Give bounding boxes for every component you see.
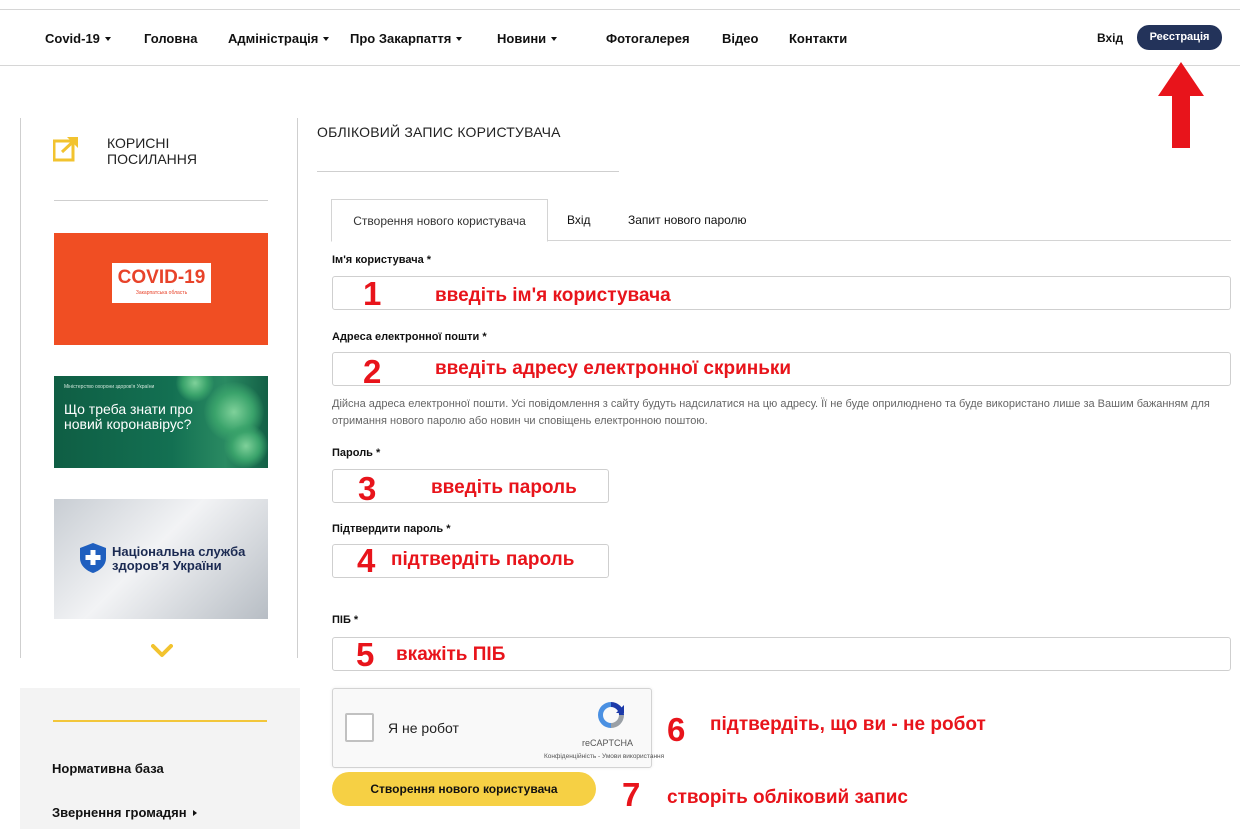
annotation-text-4: підтвердіть пароль (391, 549, 575, 570)
annotation-number-7: 7 (622, 776, 641, 813)
login-link[interactable]: Вхід (1097, 31, 1123, 45)
nav-item-about[interactable]: Про Закарпаття (350, 31, 463, 46)
nszu-banner-text: Національна служба здоров'я України (112, 544, 246, 573)
shield-cross-icon (80, 543, 106, 573)
full-name-label: ПІБ * (332, 614, 359, 626)
recaptcha-checkbox[interactable] (345, 713, 374, 742)
caret-down-icon (456, 37, 463, 41)
sidebar-menu-divider (53, 720, 267, 722)
coronavirus-info-banner[interactable]: Міністерство охорони здоров'я України Що… (54, 376, 268, 468)
virus-image-icon (224, 424, 268, 468)
nav-item-contacts[interactable]: Контакти (789, 31, 847, 46)
covid-banner[interactable]: COVID-19 Закарпатська область (54, 233, 268, 345)
tab-password-request[interactable]: Запит нового паролю (628, 199, 747, 241)
annotation-text-7: створіть обліковий запис (667, 787, 908, 808)
confirm-password-label: Підтвердити пароль * (332, 523, 451, 535)
annotation-text-3: введіть пароль (431, 477, 577, 498)
main-navigation: Covid-19 Головна Адміністрація Про Закар… (0, 10, 1240, 66)
register-button[interactable]: Реєстрація (1137, 25, 1222, 50)
recaptcha-brand: reCAPTCHA (582, 738, 634, 748)
nav-item-gallery[interactable]: Фотогалерея (606, 31, 690, 46)
nav-item-covid[interactable]: Covid-19 (45, 31, 111, 46)
annotation-number-3: 3 (358, 470, 377, 507)
username-label: Ім'я користувача * (332, 254, 432, 266)
annotation-text-6: підтвердіть, що ви - не робот (710, 714, 986, 735)
annotation-text-5: вкажіть ПІБ (396, 644, 506, 665)
tab-login[interactable]: Вхід (567, 199, 591, 241)
annotation-number-1: 1 (363, 275, 382, 312)
account-tabs: Створення нового користувача Вхід Запит … (331, 199, 1231, 242)
covid-banner-box: COVID-19 Закарпатська область (112, 263, 211, 303)
email-hint: Дійсна адреса електронної пошти. Усі пов… (332, 398, 1210, 427)
sidebar: КОРИСНІ ПОСИЛАННЯ COVID-19 Закарпатська … (20, 118, 298, 658)
covid-banner-title: COVID-19 (117, 267, 206, 288)
annotation-number-6: 6 (667, 711, 686, 748)
ministry-caption: Міністерство охорони здоров'я України (64, 384, 155, 390)
page-title: ОБЛІКОВИЙ ЗАПИС КОРИСТУВАЧА (317, 124, 561, 140)
red-arrow-annotation-icon (1158, 62, 1204, 148)
sidebar-item-regulations[interactable]: Нормативна база (52, 761, 164, 776)
recaptcha-widget: Я не робот reCAPTCHA Конфіденційність - … (332, 688, 664, 768)
caret-down-icon (323, 37, 330, 41)
nszu-banner[interactable]: Національна служба здоров'я України (54, 499, 268, 619)
external-link-icon (53, 136, 79, 162)
create-user-button[interactable]: Створення нового користувача (332, 772, 596, 806)
nav-item-video[interactable]: Відео (722, 31, 758, 46)
coronavirus-banner-text: Що треба знати про новий коронавірус? (64, 401, 193, 432)
nav-item-news[interactable]: Новини (497, 31, 558, 46)
useful-links-title: КОРИСНІ ПОСИЛАННЯ (107, 135, 197, 167)
password-label: Пароль * (332, 447, 381, 459)
recaptcha-label: Я не робот (388, 720, 459, 736)
recaptcha-links[interactable]: Конфіденційність - Умови використання (544, 753, 664, 760)
annotation-number-5: 5 (356, 636, 375, 673)
tab-create-user[interactable]: Створення нового користувача (331, 199, 548, 242)
sidebar-item-citizen-appeals[interactable]: Звернення громадян (52, 805, 197, 820)
nav-item-administration[interactable]: Адміністрація (228, 31, 330, 46)
email-label: Адреса електронної пошти * (332, 331, 487, 343)
recaptcha-logo-icon (598, 702, 624, 728)
annotation-text-2: введіть адресу електронної скриньки (435, 358, 792, 379)
triangle-right-icon (192, 810, 197, 816)
covid-banner-subtitle: Закарпатська область (135, 290, 188, 296)
annotation-number-2: 2 (363, 353, 382, 390)
caret-down-icon (104, 37, 111, 41)
sidebar-divider (54, 200, 268, 201)
nav-item-home[interactable]: Головна (144, 31, 197, 46)
title-underline (317, 171, 619, 172)
sidebar-menu: Нормативна база Звернення громадян (20, 688, 300, 829)
caret-down-icon (551, 37, 558, 41)
annotation-number-4: 4 (357, 542, 376, 579)
annotation-text-1: введіть ім'я користувача (435, 285, 671, 306)
chevron-down-icon[interactable] (151, 644, 173, 658)
